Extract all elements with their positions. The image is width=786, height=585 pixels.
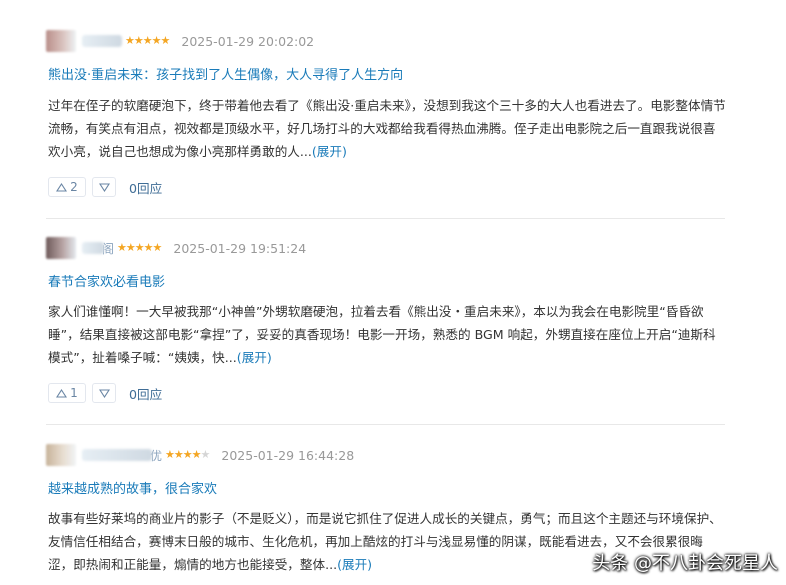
triangle-down-icon: [98, 388, 110, 398]
review-header: ★ ★ ★ ★ ★ 2025-01-29 20:02:02: [46, 29, 314, 53]
star-icon: ★: [133, 34, 144, 47]
star-icon: ★: [117, 241, 127, 254]
review-text: 过年在侄子的软磨硬泡下，终于带着他去看了《熊出没·重启未来》，没想到我这个三十多…: [48, 98, 726, 159]
username-blurred[interactable]: [82, 35, 122, 47]
review-time: 2025-01-29 19:51:24: [173, 240, 307, 256]
avatar[interactable]: [46, 30, 76, 52]
upvote-count: 2: [70, 180, 78, 194]
divider: [46, 424, 725, 425]
watermark: 头条 @不八卦会死星人: [592, 553, 778, 574]
star-icon: ★: [165, 448, 175, 461]
star-icon: ★: [152, 241, 163, 254]
avatar[interactable]: [46, 237, 76, 259]
star-icon: ★: [151, 34, 162, 47]
review-body: 过年在侄子的软磨硬泡下，终于带着他去看了《熊出没·重启未来》，没想到我这个三十多…: [48, 94, 728, 163]
upvote-button[interactable]: 1: [48, 383, 86, 403]
star-rating: ★ ★ ★ ★ ★: [125, 34, 171, 47]
star-rating: ★ ★ ★ ★ ★: [165, 448, 211, 461]
review-title[interactable]: 春节合家欢必看电影: [48, 271, 165, 290]
review-title[interactable]: 熊出没·重启未来：孩子找到了人生偶像，大人寻得了人生方向: [48, 64, 403, 83]
star-icon: ★: [134, 241, 145, 254]
avatar[interactable]: [46, 444, 76, 466]
expand-link[interactable]: (展开): [312, 144, 347, 159]
upvote-count: 1: [70, 386, 78, 400]
username-blurred[interactable]: [82, 242, 104, 254]
review-header: 优 ★ ★ ★ ★ ★ 2025-01-29 16:44:28: [46, 443, 354, 467]
review-header: 阁 ★ ★ ★ ★ ★ 2025-01-29 19:51:24: [46, 236, 306, 260]
review-actions: 1 0回应: [48, 382, 162, 404]
upvote-button[interactable]: 2: [48, 177, 86, 197]
star-rating: ★ ★ ★ ★ ★: [117, 241, 163, 254]
expand-link[interactable]: (展开): [237, 350, 272, 365]
star-icon: ★: [142, 34, 153, 47]
reply-link[interactable]: 0回应: [129, 384, 162, 403]
star-icon: ★: [125, 241, 136, 254]
star-icon: ★: [191, 448, 202, 461]
star-icon: ★: [182, 448, 193, 461]
star-empty-icon: ★: [200, 448, 211, 461]
review-actions: 2 0回应: [48, 176, 162, 198]
downvote-button[interactable]: [92, 177, 116, 197]
triangle-down-icon: [98, 182, 110, 192]
triangle-up-icon: [56, 388, 68, 398]
review-title[interactable]: 越来越成熟的故事，很合家欢: [48, 478, 217, 497]
triangle-up-icon: [56, 182, 68, 192]
review-time: 2025-01-29 20:02:02: [181, 33, 315, 49]
star-icon: ★: [125, 34, 135, 47]
star-icon: ★: [173, 448, 184, 461]
review-body: 家人们谁懂啊！一大早被我那“小神兽”外甥软磨硬泡，拉着去看《熊出没・重启未来》，…: [48, 300, 728, 369]
star-icon: ★: [160, 34, 171, 47]
review-time: 2025-01-29 16:44:28: [221, 447, 355, 463]
star-icon: ★: [143, 241, 154, 254]
review-text: 家人们谁懂啊！一大早被我那“小神兽”外甥软磨硬泡，拉着去看《熊出没・重启未来》，…: [48, 304, 716, 365]
expand-link[interactable]: (展开): [337, 557, 372, 572]
reply-link[interactable]: 0回应: [129, 178, 162, 197]
divider: [46, 218, 725, 219]
username-blurred[interactable]: [82, 449, 152, 461]
downvote-button[interactable]: [92, 383, 116, 403]
